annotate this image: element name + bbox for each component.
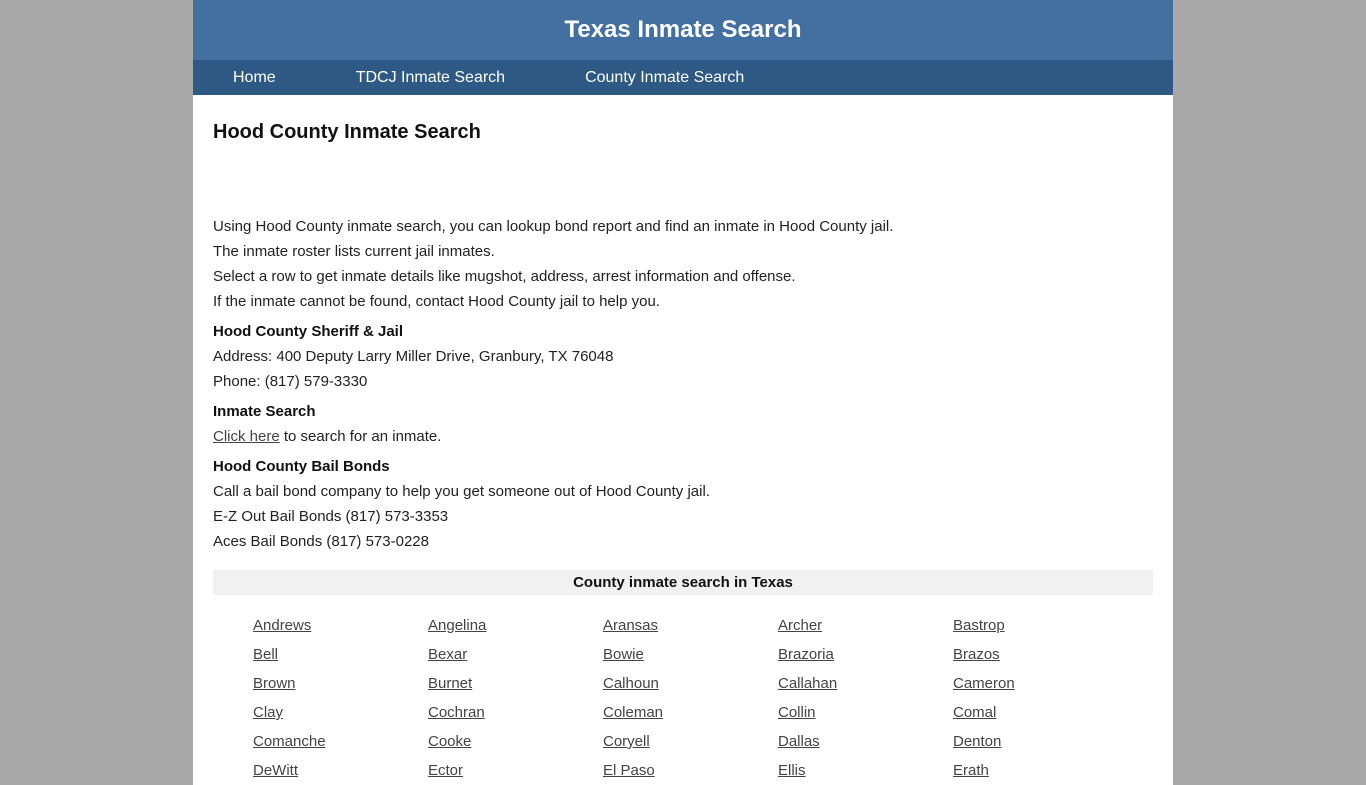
- county-list-heading: County inmate search in Texas: [213, 570, 1153, 595]
- county-link[interactable]: Cooke: [428, 727, 603, 756]
- county-link[interactable]: Andrews: [253, 611, 428, 640]
- inmate-search-line: Click here to search for an inmate.: [213, 424, 1153, 449]
- sheriff-heading: Hood County Sheriff & Jail: [213, 323, 404, 340]
- county-link[interactable]: Archer: [778, 611, 953, 640]
- county-link[interactable]: Brazos: [953, 640, 1128, 669]
- county-link[interactable]: Cochran: [428, 698, 603, 727]
- sheriff-address: Address: 400 Deputy Larry Miller Drive, …: [213, 348, 614, 365]
- main-content: Hood County Inmate Search Using Hood Cou…: [193, 95, 1173, 785]
- bail-bond-company: Aces Bail Bonds (817) 573-0228: [213, 533, 429, 550]
- county-link[interactable]: El Paso: [603, 756, 778, 785]
- county-link[interactable]: Bowie: [603, 640, 778, 669]
- county-link[interactable]: Aransas: [603, 611, 778, 640]
- inmate-search-heading: Inmate Search: [213, 403, 316, 420]
- county-link[interactable]: Angelina: [428, 611, 603, 640]
- county-link[interactable]: Ector: [428, 756, 603, 785]
- county-link[interactable]: Clay: [253, 698, 428, 727]
- county-link[interactable]: Coryell: [603, 727, 778, 756]
- county-link[interactable]: Denton: [953, 727, 1128, 756]
- main-nav: Home TDCJ Inmate Search County Inmate Se…: [193, 60, 1173, 95]
- county-link[interactable]: Brazoria: [778, 640, 953, 669]
- county-link[interactable]: Bexar: [428, 640, 603, 669]
- county-link[interactable]: Burnet: [428, 669, 603, 698]
- county-link[interactable]: Ellis: [778, 756, 953, 785]
- intro-line: Select a row to get inmate details like …: [213, 268, 796, 285]
- county-link[interactable]: Brown: [253, 669, 428, 698]
- county-link[interactable]: Bell: [253, 640, 428, 669]
- page-container: Texas Inmate Search Home TDCJ Inmate Sea…: [193, 0, 1173, 785]
- nav-county-inmate-search[interactable]: County Inmate Search: [585, 69, 744, 87]
- bail-bond-company: E-Z Out Bail Bonds (817) 573-3353: [213, 508, 449, 525]
- bail-bonds-heading: Hood County Bail Bonds: [213, 458, 390, 475]
- bail-bonds-description: Call a bail bond company to help you get…: [213, 483, 710, 500]
- county-link[interactable]: Coleman: [603, 698, 778, 727]
- nav-tdcj-inmate-search[interactable]: TDCJ Inmate Search: [356, 69, 505, 87]
- intro-line: The inmate roster lists current jail inm…: [213, 243, 495, 260]
- page-title: Hood County Inmate Search: [213, 121, 481, 143]
- county-link[interactable]: Callahan: [778, 669, 953, 698]
- site-title: Texas Inmate Search: [564, 16, 802, 43]
- nav-home[interactable]: Home: [233, 69, 276, 87]
- site-header: Texas Inmate Search: [193, 0, 1173, 60]
- intro-line: Using Hood County inmate search, you can…: [213, 218, 894, 235]
- county-link-grid: Andrews Angelina Aransas Archer Bastrop Bell B…: [213, 595, 1153, 785]
- county-link[interactable]: Cameron: [953, 669, 1128, 698]
- county-link[interactable]: Collin: [778, 698, 953, 727]
- click-here-link[interactable]: Click here: [213, 428, 280, 445]
- county-link[interactable]: Dallas: [778, 727, 953, 756]
- ad-spacer: [213, 144, 1153, 214]
- inmate-search-suffix: to search for an inmate.: [279, 428, 442, 445]
- county-link[interactable]: Erath: [953, 756, 1128, 785]
- county-link[interactable]: Comal: [953, 698, 1128, 727]
- intro-line: If the inmate cannot be found, contact H…: [213, 293, 660, 310]
- county-link[interactable]: DeWitt: [253, 756, 428, 785]
- county-link[interactable]: Comanche: [253, 727, 428, 756]
- county-link[interactable]: Calhoun: [603, 669, 778, 698]
- county-link[interactable]: Bastrop: [953, 611, 1128, 640]
- sheriff-phone: Phone: (817) 579-3330: [213, 373, 368, 390]
